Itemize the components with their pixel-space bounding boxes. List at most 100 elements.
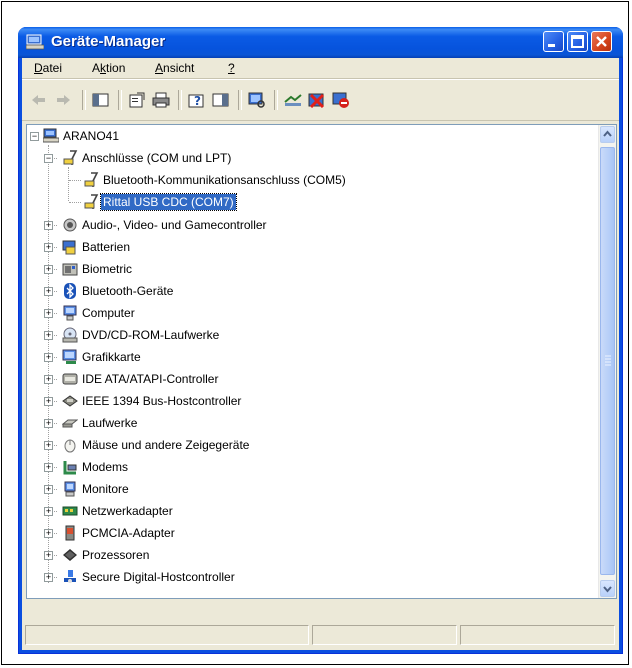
root-label: ARANO41 [63,129,120,143]
node-label: Audio-, Video- und Gamecontroller [82,218,267,232]
disable-icon[interactable] [332,92,350,108]
node-label: Biometric [82,262,133,276]
expand-toggle[interactable]: + [44,309,53,318]
device-manager-window: Geräte-Manager Datei Aktion Ansicht ? ? [18,27,623,654]
toolbar-separator [274,90,278,110]
status-cell [25,625,309,645]
back-arrow-icon[interactable] [30,92,48,108]
monitor-icon [64,481,76,497]
toolbar-separator [238,90,242,110]
expand-toggle[interactable]: + [44,573,53,582]
window-title: Geräte-Manager [51,33,166,50]
device-tree[interactable]: − ARANO41 − Anschlüsse (COM und LPT) Blu… [26,124,617,599]
cd-drive-icon [62,327,78,343]
scroll-up-button[interactable] [600,126,615,143]
expand-toggle[interactable]: + [44,353,53,362]
battery-icon [62,240,76,255]
vertical-scrollbar[interactable] [598,125,616,598]
scan-hardware-icon[interactable] [248,92,266,108]
bluetooth-icon [64,283,76,299]
expand-toggle[interactable]: + [44,331,53,340]
node-label: Modems [82,460,129,474]
collapse-toggle[interactable]: − [44,154,53,163]
node-label: Bluetooth-Kommunikationsanschluss (COM5) [103,173,346,187]
firewire-icon [62,395,78,407]
status-cell [460,625,615,645]
maximize-button[interactable] [567,31,588,52]
minimize-icon [548,44,555,47]
close-icon [596,36,607,47]
expand-toggle[interactable]: + [44,507,53,516]
help-icon[interactable]: ? [188,92,206,108]
port-icon [63,150,78,165]
node-label-selected: Rittal USB CDC (COM7) [100,193,237,211]
title-bar[interactable]: Geräte-Manager [18,27,623,58]
close-button[interactable] [591,31,612,52]
scroll-down-button[interactable] [600,580,615,597]
modem-icon [63,461,77,475]
show-hide-console-tree-icon[interactable] [92,92,110,108]
tree-connector [68,167,69,201]
menu-help[interactable]: ? [228,61,235,75]
expand-toggle[interactable]: + [44,375,53,384]
menu-aktion[interactable]: Aktion [92,61,125,75]
collapse-toggle[interactable]: − [30,132,39,141]
menu-datei[interactable]: Datei [34,61,62,75]
expand-toggle[interactable]: + [44,551,53,560]
menu-ansicht[interactable]: Ansicht [155,61,194,75]
toolbar-separator [82,90,86,110]
ide-controller-icon [62,373,78,385]
update-driver-icon[interactable] [284,92,302,108]
uninstall-icon[interactable] [308,92,326,108]
device-manager-icon [26,34,44,50]
expand-toggle[interactable]: + [44,243,53,252]
computer-icon [43,128,59,143]
show-hide-action-pane-icon[interactable] [212,92,230,108]
speaker-icon [63,218,77,232]
node-label: Bluetooth-Geräte [82,284,174,298]
node-label: IEEE 1394 Bus-Hostcontroller [82,394,242,408]
tree-connector [69,180,81,181]
toolbar-separator [178,90,182,110]
expand-toggle[interactable]: + [44,265,53,274]
mouse-icon [64,439,76,453]
node-label: Mäuse und andere Zeigegeräte [82,438,250,452]
port-icon [84,194,99,209]
expand-toggle[interactable]: + [44,397,53,406]
pcmcia-icon [65,525,75,541]
expand-toggle[interactable]: + [44,419,53,428]
node-label: Anschlüsse (COM und LPT) [82,151,232,165]
scroll-thumb[interactable] [600,147,615,575]
expand-toggle[interactable]: + [44,287,53,296]
chevron-down-icon [603,586,612,593]
status-cell [312,625,457,645]
svg-text:?: ? [194,94,201,108]
node-label: Netzwerkadapter [82,504,173,518]
chevron-up-icon [603,130,612,137]
expand-toggle[interactable]: + [44,529,53,538]
computer-icon [63,305,77,321]
properties-icon[interactable] [128,92,146,108]
tree-connector [48,145,49,583]
toolbar: ? [22,79,619,121]
status-bar [22,621,619,649]
print-icon[interactable] [152,92,170,108]
node-label: Prozessoren [82,548,150,562]
minimize-button[interactable] [543,31,564,52]
tree-connector [69,202,81,203]
port-icon [84,172,99,187]
expand-toggle[interactable]: + [44,441,53,450]
disk-drive-icon [62,419,78,428]
expand-toggle[interactable]: + [44,221,53,230]
network-adapter-icon [62,506,78,516]
biometric-icon [62,263,78,276]
node-label: Monitore [82,482,129,496]
expand-toggle[interactable]: + [44,485,53,494]
node-label: Secure Digital-Hostcontroller [82,570,235,584]
node-label: DVD/CD-ROM-Laufwerke [82,328,220,342]
node-label: Grafikkarte [82,350,141,364]
node-label: Computer [82,306,135,320]
forward-arrow-icon[interactable] [54,92,72,108]
expand-toggle[interactable]: + [44,463,53,472]
menu-bar: Datei Aktion Ansicht ? [22,58,619,79]
